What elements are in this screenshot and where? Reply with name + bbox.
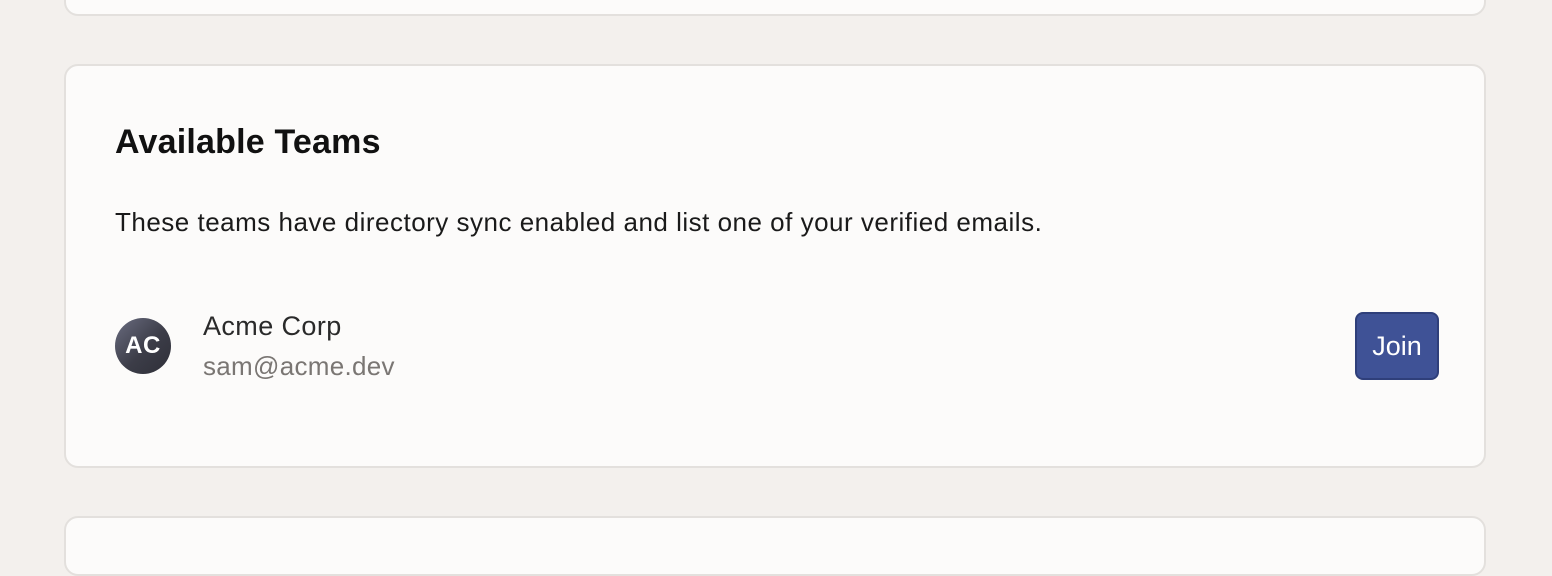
team-avatar: AC <box>115 318 171 374</box>
section-title: Available Teams <box>115 123 381 161</box>
team-info: Acme Corp sam@acme.dev <box>203 306 395 384</box>
next-card <box>64 516 1486 576</box>
section-description: These teams have directory sync enabled … <box>115 207 1043 237</box>
join-button[interactable]: Join <box>1355 312 1439 380</box>
available-teams-card: Available Teams These teams have directo… <box>64 64 1486 468</box>
team-email: sam@acme.dev <box>203 351 395 381</box>
previous-card <box>64 0 1486 16</box>
team-name: Acme Corp <box>203 311 342 341</box>
team-row: AC Acme Corp sam@acme.dev Join <box>115 306 1439 386</box>
